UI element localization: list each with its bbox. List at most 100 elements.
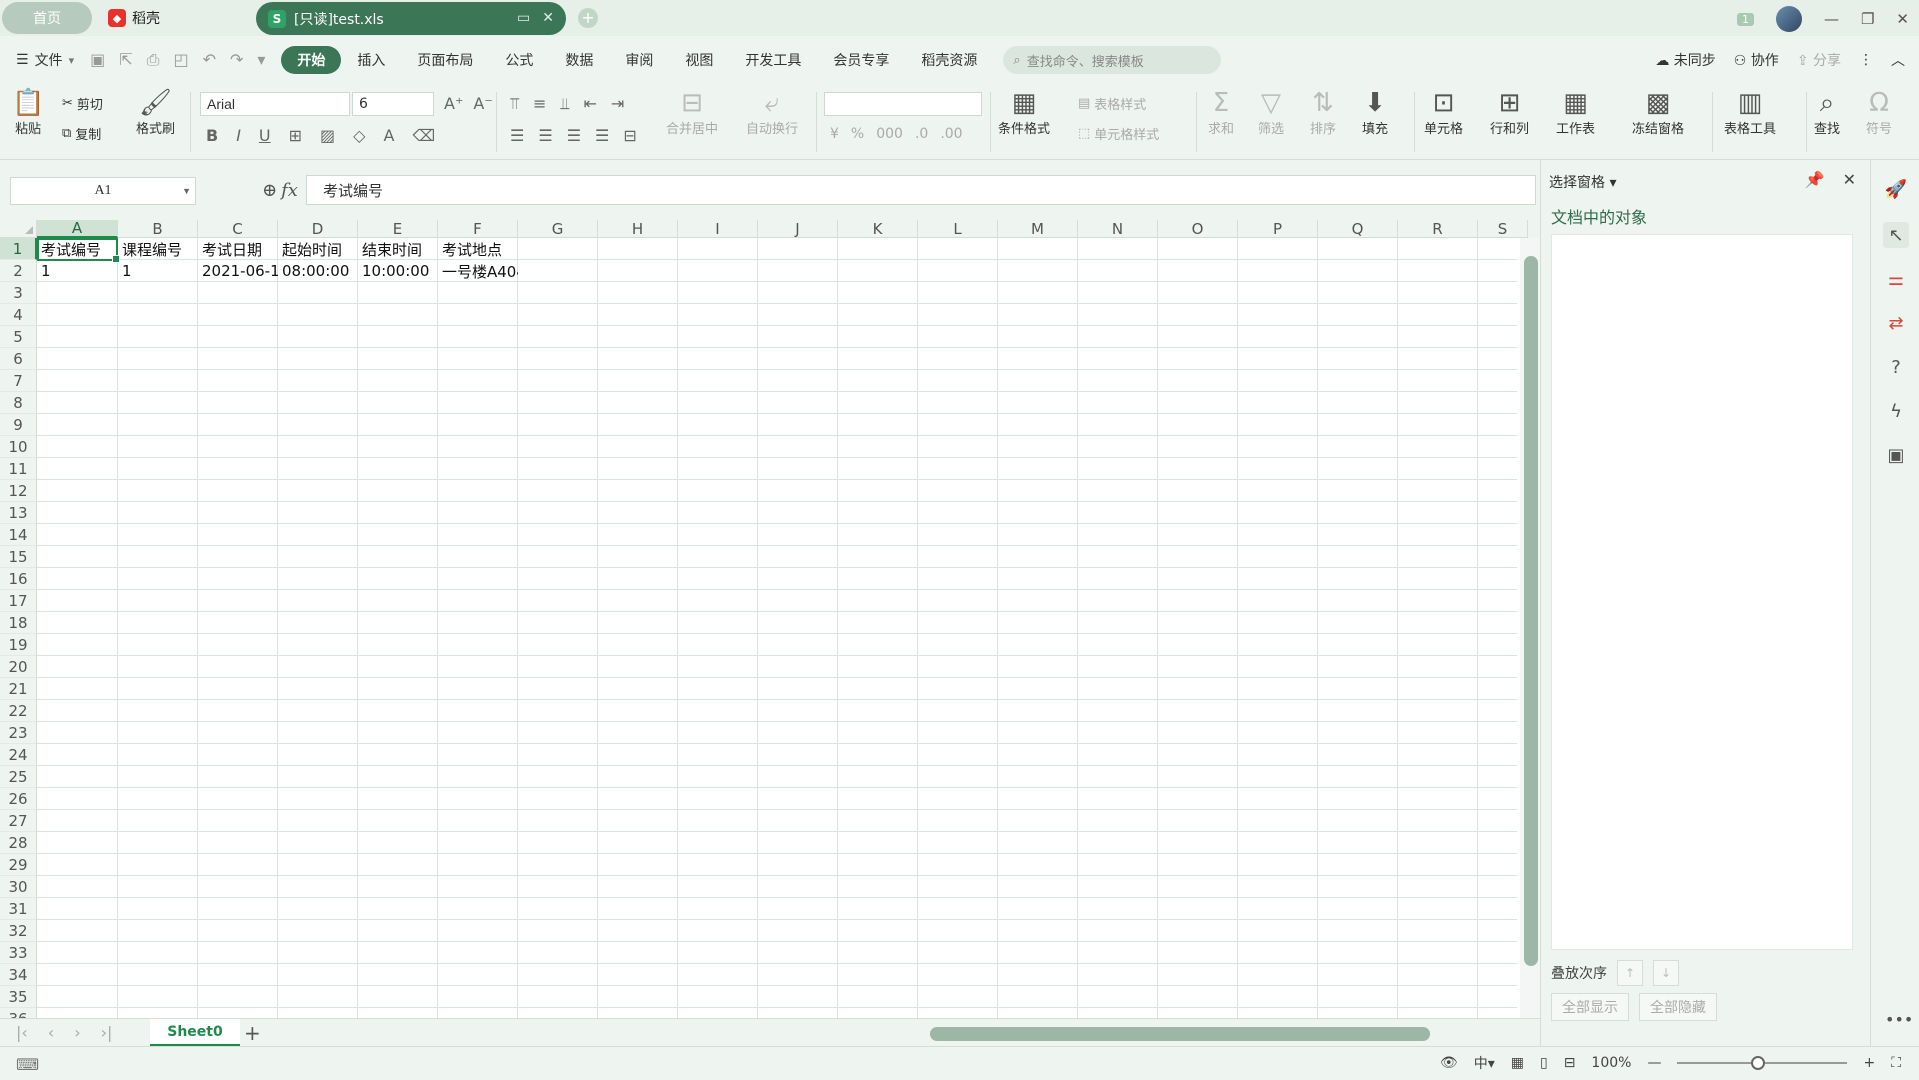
fill-button[interactable]: ⬇ 填充 (1362, 88, 1388, 137)
row-header-24[interactable]: 24 (0, 744, 37, 766)
column-header-S[interactable]: S (1478, 220, 1528, 238)
row-header-23[interactable]: 23 (0, 722, 37, 744)
align-left-icon[interactable]: ☰ (510, 126, 524, 145)
chevron-down-icon[interactable]: ▾ (69, 54, 75, 67)
underline-icon[interactable]: U (259, 126, 271, 145)
new-tab-button[interactable]: + (578, 8, 598, 28)
tab-member[interactable]: 会员专享 (817, 46, 905, 74)
increase-decimal-icon[interactable]: .0 (915, 126, 928, 142)
sort-button[interactable]: ⇅ 排序 (1310, 88, 1336, 137)
cell-B1[interactable]: 课程编号 (118, 238, 198, 260)
close-window-icon[interactable]: ✕ (1896, 10, 1909, 28)
macro-icon[interactable]: ⌨ (16, 1055, 39, 1074)
chevron-down-icon[interactable]: ▼ (182, 186, 191, 196)
row-header-26[interactable]: 26 (0, 788, 37, 810)
row-header-14[interactable]: 14 (0, 524, 37, 546)
column-header-D[interactable]: D (278, 220, 358, 238)
spreadsheet-grid[interactable]: ABCDEFGHIJKLMNOPQRS 1 2 3 4 5 6 7 8 9 10 11 12 13 14 1… (0, 220, 1540, 1018)
print-icon[interactable]: ⎙ (147, 50, 160, 70)
sync-button[interactable]: ☁ 未同步 (1655, 50, 1715, 70)
symbol-button[interactable]: Ω 符号 (1866, 88, 1892, 137)
more-icon[interactable]: ⋮ (1859, 52, 1873, 68)
row-header-1[interactable]: 1 (0, 238, 37, 260)
row-header-6[interactable]: 6 (0, 348, 37, 370)
bring-forward-icon[interactable]: ↑ (1617, 960, 1643, 986)
cell-E2[interactable]: 10:00:00 (358, 260, 438, 282)
tab-view[interactable]: 视图 (669, 46, 729, 74)
rocket-icon[interactable]: 🚀 (1883, 176, 1909, 202)
column-header-F[interactable]: F (438, 220, 518, 238)
select-all-corner[interactable] (0, 220, 37, 238)
paste-button[interactable]: 📋 粘贴 (12, 88, 44, 137)
column-header-E[interactable]: E (358, 220, 438, 238)
tab-data[interactable]: 数据 (549, 46, 609, 74)
share-button[interactable]: ⇪ 分享 (1797, 50, 1841, 70)
restore-icon[interactable]: ❐ (1861, 10, 1874, 28)
customize-icon[interactable]: ▾ (257, 50, 265, 70)
zoom-slider[interactable] (1677, 1056, 1848, 1070)
column-header-C[interactable]: C (198, 220, 278, 238)
normal-view-icon[interactable]: ▦ (1511, 1055, 1524, 1071)
last-sheet-icon[interactable]: ›| (101, 1023, 113, 1042)
cell-style-button[interactable]: ⬚ 单元格样式 (1078, 124, 1159, 143)
clear-format-icon[interactable]: ⌫ (412, 126, 435, 145)
row-header-8[interactable]: 8 (0, 392, 37, 414)
cell-F1[interactable]: 考试地点 (438, 238, 518, 260)
italic-icon[interactable]: I (236, 126, 241, 145)
hamburger-icon[interactable]: ☰ (16, 52, 29, 68)
page-layout-view-icon[interactable]: ▯ (1540, 1055, 1548, 1071)
indent-decrease-icon[interactable]: ⇤ (583, 94, 596, 114)
row-header-18[interactable]: 18 (0, 612, 37, 634)
decrease-font-icon[interactable]: A⁻ (473, 94, 492, 113)
zoom-out-icon[interactable]: — (1647, 1055, 1661, 1071)
row-header-5[interactable]: 5 (0, 326, 37, 348)
column-header-G[interactable]: G (518, 220, 598, 238)
row-header-27[interactable]: 27 (0, 810, 37, 832)
monitor-icon[interactable]: ▭ (517, 10, 530, 26)
first-sheet-icon[interactable]: |‹ (16, 1023, 28, 1042)
file-menu[interactable]: 文件 (35, 50, 63, 70)
column-header-K[interactable]: K (838, 220, 918, 238)
zoom-formula-icon[interactable]: ⊕ (262, 180, 277, 201)
merge-center-button[interactable]: ⊟ 合并居中 (666, 88, 718, 137)
cell-C1[interactable]: 考试日期 (198, 238, 278, 260)
wrap-text-button[interactable]: ⤶ 自动换行 (746, 88, 798, 137)
cell-B2[interactable]: 1 (118, 260, 198, 282)
cell-E1[interactable]: 结束时间 (358, 238, 438, 260)
cell-D1[interactable]: 起始时间 (278, 238, 358, 260)
tab-start[interactable]: 开始 (281, 46, 342, 74)
row-header-29[interactable]: 29 (0, 854, 37, 876)
copy-button[interactable]: ⧉ 复制 (62, 124, 101, 143)
number-format-select[interactable] (824, 92, 982, 116)
cell-shading-icon[interactable]: ▨ (320, 126, 335, 145)
column-header-L[interactable]: L (918, 220, 998, 238)
table-style-button[interactable]: ▤ 表格样式 (1078, 94, 1146, 113)
increase-font-icon[interactable]: A⁺ (444, 94, 463, 113)
lightning-icon[interactable]: ϟ (1883, 398, 1909, 424)
row-header-32[interactable]: 32 (0, 920, 37, 942)
font-color-icon[interactable]: A (383, 126, 394, 145)
send-backward-icon[interactable]: ↓ (1653, 960, 1679, 986)
more-options-icon[interactable]: ••• (1885, 1010, 1913, 1029)
next-sheet-icon[interactable]: › (74, 1023, 80, 1042)
tab-home[interactable]: 首页 (2, 2, 92, 34)
tab-insert[interactable]: 插入 (341, 46, 401, 74)
align-center-icon[interactable]: ☰ (538, 126, 552, 145)
close-tab-icon[interactable]: ✕ (542, 10, 554, 26)
cut-button[interactable]: ✂ 剪切 (62, 94, 103, 113)
cell-button[interactable]: ⊡ 单元格 (1424, 88, 1463, 137)
object-list[interactable] (1551, 234, 1853, 950)
indent-increase-icon[interactable]: ⇥ (611, 94, 624, 114)
tab-daoke[interactable]: ◆ 稻壳 (108, 6, 160, 30)
row-header-15[interactable]: 15 (0, 546, 37, 568)
image-tool-icon[interactable]: ▣ (1883, 442, 1909, 468)
column-header-N[interactable]: N (1078, 220, 1158, 238)
row-header-16[interactable]: 16 (0, 568, 37, 590)
row-header-7[interactable]: 7 (0, 370, 37, 392)
filter-button[interactable]: ▽ 筛选 (1258, 88, 1284, 137)
cell-D2[interactable]: 08:00:00 (278, 260, 358, 282)
input-method-icon[interactable]: 中▾ (1474, 1053, 1495, 1073)
row-header-20[interactable]: 20 (0, 656, 37, 678)
sum-button[interactable]: Σ 求和 (1208, 88, 1234, 137)
notification-badge[interactable]: 1 (1736, 12, 1754, 26)
